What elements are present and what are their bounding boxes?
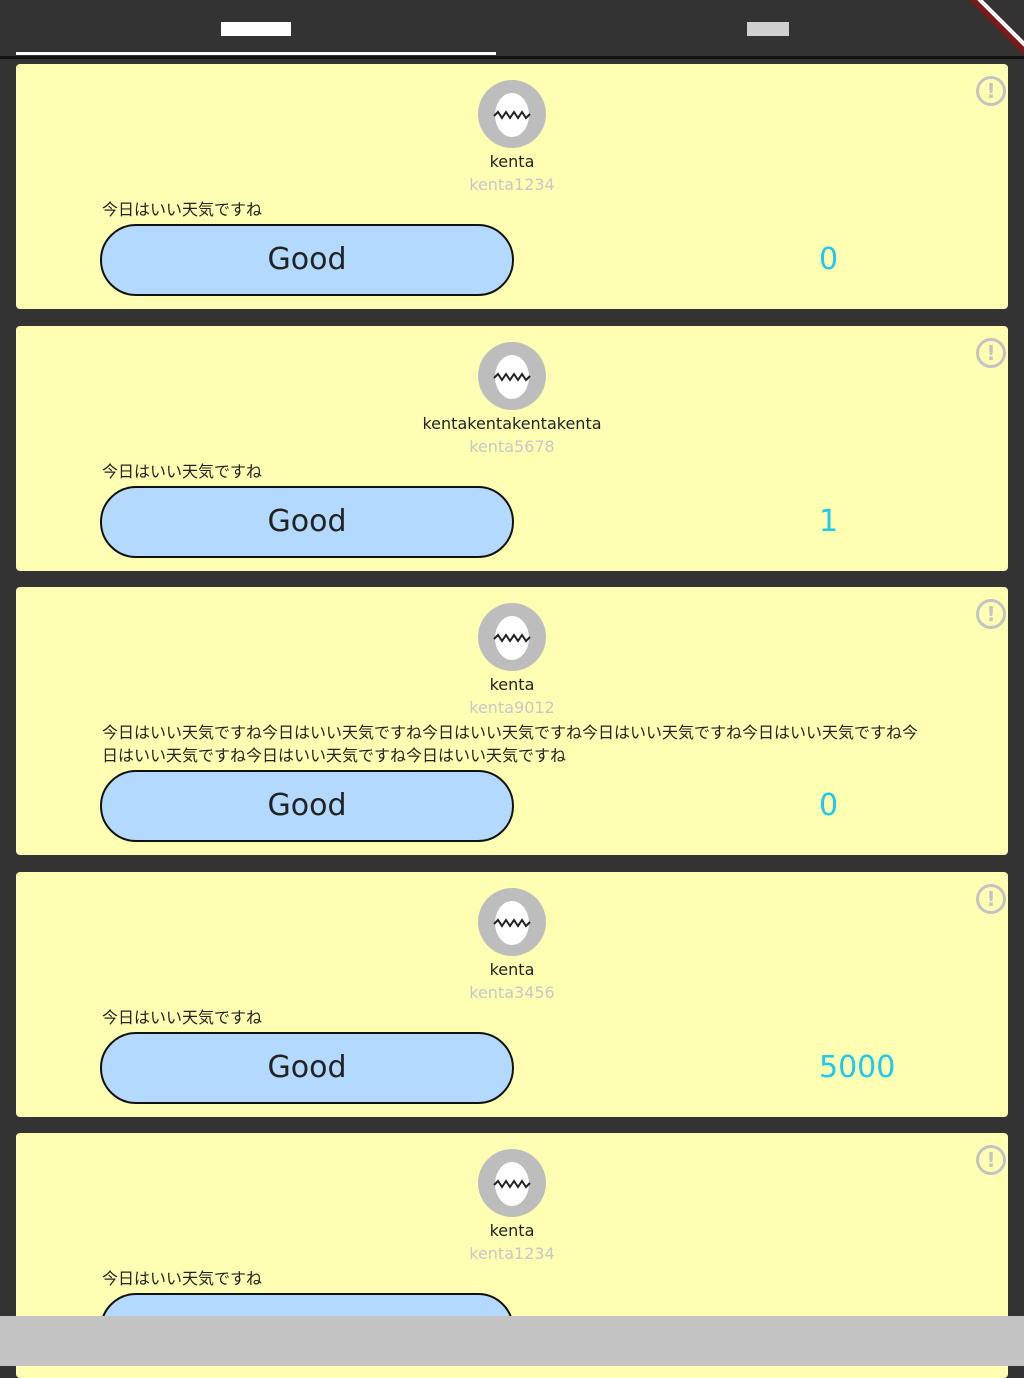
tab-second[interactable] xyxy=(528,0,1008,56)
post-card: ! kenta kenta1234 今日はいい天気ですね Good 0 xyxy=(16,64,1008,309)
report-icon[interactable]: ! xyxy=(976,338,1006,368)
avatar[interactable] xyxy=(478,1149,546,1217)
good-count: 0 xyxy=(819,242,839,277)
debug-banner xyxy=(964,0,1024,60)
user-id: kenta9012 xyxy=(469,698,555,717)
egg-avatar-icon xyxy=(493,355,531,399)
display-name: kentakentakentakenta xyxy=(422,414,602,433)
post-message: 今日はいい天気ですね xyxy=(102,1269,263,1288)
post-message: 今日はいい天気ですね xyxy=(102,200,263,219)
good-count: 1 xyxy=(819,504,839,539)
user-id: kenta1234 xyxy=(469,1244,555,1263)
avatar[interactable] xyxy=(478,342,546,410)
good-button[interactable]: Good xyxy=(100,1032,514,1104)
user-id: kenta5678 xyxy=(469,437,555,456)
user-id: kenta1234 xyxy=(469,175,555,194)
display-name: kenta xyxy=(489,675,535,694)
post-message: 今日はいい天気ですね今日はいい天気ですね今日はいい天気ですね今日はいい天気ですね… xyxy=(102,723,919,765)
avatar[interactable] xyxy=(478,888,546,956)
post-card: ! kenta kenta3456 今日はいい天気ですね Good 5000 xyxy=(16,872,1008,1117)
tab-bar-divider xyxy=(0,56,1024,59)
display-name: kenta xyxy=(489,960,535,979)
good-count: 0 xyxy=(819,788,839,823)
tab-timeline[interactable] xyxy=(16,0,496,56)
good-count: 5000 xyxy=(819,1050,896,1085)
egg-avatar-icon xyxy=(493,901,531,945)
report-icon[interactable]: ! xyxy=(976,599,1006,629)
post-message: 今日はいい天気ですね xyxy=(102,462,263,481)
bottom-bar xyxy=(0,1316,1024,1366)
report-icon[interactable]: ! xyxy=(976,884,1006,914)
egg-avatar-icon xyxy=(493,93,531,137)
user-id: kenta3456 xyxy=(469,983,555,1002)
avatar[interactable] xyxy=(478,603,546,671)
post-card: ! kenta kenta9012 今日はいい天気ですね今日はいい天気ですね今日… xyxy=(16,587,1008,855)
good-button[interactable]: Good xyxy=(100,224,514,296)
egg-avatar-icon xyxy=(493,616,531,660)
tab-bar xyxy=(0,0,1024,56)
display-name: kenta xyxy=(489,152,535,171)
tab-label xyxy=(747,22,789,36)
tab-selected-indicator xyxy=(16,52,496,55)
post-message: 今日はいい天気ですね xyxy=(102,1008,263,1027)
post-card: ! kentakentakentakenta kenta5678 今日はいい天気… xyxy=(16,326,1008,571)
egg-avatar-icon xyxy=(493,1162,531,1206)
display-name: kenta xyxy=(489,1221,535,1240)
report-icon[interactable]: ! xyxy=(976,76,1006,106)
tab-label xyxy=(221,22,291,36)
avatar[interactable] xyxy=(478,80,546,148)
good-button[interactable]: Good xyxy=(100,770,514,842)
report-icon[interactable]: ! xyxy=(976,1145,1006,1175)
good-button[interactable]: Good xyxy=(100,486,514,558)
